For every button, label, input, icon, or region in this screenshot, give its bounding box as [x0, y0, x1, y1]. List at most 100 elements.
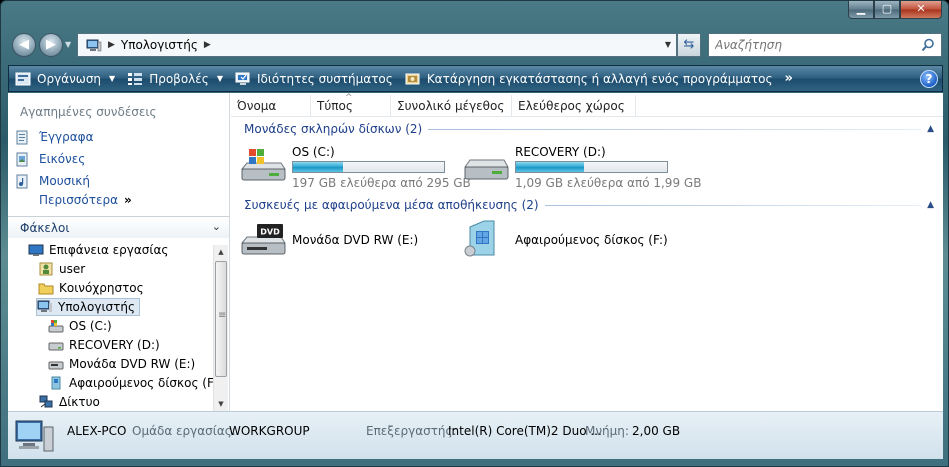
help-button[interactable]: ? — [920, 69, 938, 88]
computer-icon — [37, 300, 52, 312]
column-free-space[interactable]: Ελεύθερος χώρος — [512, 95, 636, 117]
system-properties-button[interactable]: Ιδιότητες συστήματος — [229, 66, 399, 91]
content-area: Αγαπημένες συνδέσεις Έγγραφα Εικόνες Μου… — [8, 87, 943, 411]
tree-item-label: OS (C:) — [69, 319, 112, 333]
memory-value: 2,00 GB — [632, 424, 681, 438]
tree-item-recovery-drive[interactable]: RECOVERY (D:) — [48, 336, 160, 354]
explorer-window: ▁ ▢ ✕ ◀ ▶ ▼ ▶ Υπολογιστής ▶ ▼ ⇆ Οργάνωση — [0, 0, 949, 467]
group-header-hard-disks[interactable]: Μονάδες σκληρών δίσκων (2) ▲ — [244, 121, 934, 137]
drive-name: OS (C:) — [292, 145, 335, 159]
tree-item-os-drive[interactable]: OS (C:) — [48, 317, 112, 335]
close-button[interactable]: ✕ — [900, 1, 942, 19]
drive-name: RECOVERY (D:) — [515, 145, 606, 159]
tree-item-label: user — [59, 262, 86, 276]
double-chevron-icon: » — [123, 193, 132, 207]
collapse-icon[interactable]: ▲ — [927, 124, 934, 134]
drive-item-c[interactable]: OS (C:) 197 GB ελεύθερα από 295 GB — [239, 143, 471, 190]
search-input[interactable] — [715, 38, 920, 52]
views-label: Προβολές — [149, 71, 209, 86]
group-header-removable[interactable]: Συσκευές με αφαιρούμενα μέσα αποθήκευσης… — [244, 197, 934, 213]
tree-item-label: Αφαιρούμενος δίσκος (F:) — [69, 376, 214, 390]
address-dropdown-icon[interactable]: ▼ — [660, 34, 676, 56]
more-favorites-link[interactable]: Περισσότερα » — [39, 193, 132, 207]
tree-item-desktop[interactable]: Επιφάνεια εργασίας — [28, 241, 168, 259]
drive-item-e[interactable]: DVD Μονάδα DVD RW (E:) — [239, 217, 449, 263]
tree-item-user[interactable]: user — [38, 260, 85, 278]
tree-item-label: Επιφάνεια εργασίας — [49, 243, 169, 257]
views-menu-button[interactable]: Προβολές ▼ — [121, 66, 229, 91]
system-properties-label: Ιδιότητες συστήματος — [256, 71, 393, 86]
tree-item-computer[interactable]: Υπολογιστής — [36, 298, 140, 316]
breadcrumb-computer[interactable]: Υπολογιστής — [121, 38, 198, 52]
computer-icon — [86, 39, 102, 52]
favorite-link-label: Εικόνες — [39, 152, 86, 166]
drive-usage-fill — [516, 162, 584, 172]
tree-item-label: Μονάδα DVD RW (E:) — [69, 357, 196, 371]
drive-item-d[interactable]: RECOVERY (D:) 1,09 GB ελεύθερα από 1,99 … — [462, 143, 701, 190]
hard-drive-icon — [48, 342, 64, 351]
organize-icon — [15, 72, 31, 86]
chevron-down-icon: ▼ — [216, 74, 223, 83]
address-bar[interactable]: ▶ Υπολογιστής ▶ ▼ — [77, 33, 677, 57]
folders-header[interactable]: Φάκελοι ⌄ — [8, 216, 229, 238]
group-divider — [544, 204, 922, 206]
favorite-link-pictures[interactable]: Εικόνες — [16, 150, 85, 168]
chevron-down-icon[interactable]: ⌄ — [212, 220, 221, 233]
favorite-link-label: Έγγραφα — [39, 130, 94, 144]
maximize-button[interactable]: ▢ — [874, 1, 900, 19]
scroll-down-icon[interactable]: ▼ — [214, 397, 228, 411]
breadcrumb-separator-icon[interactable]: ▶ — [204, 40, 211, 50]
computer-name: ALEX-PCO — [67, 424, 127, 438]
file-list-pane: Όνομα Τύπος Συνολικό μέγεθος Ελεύθερος χ… — [231, 87, 943, 411]
tree-item-label: RECOVERY (D:) — [69, 338, 160, 352]
breadcrumb-separator-icon[interactable]: ▶ — [108, 40, 115, 50]
column-total-size[interactable]: Συνολικό μέγεθος — [391, 95, 512, 117]
collapse-icon[interactable]: ▲ — [927, 200, 934, 210]
favorite-link-music[interactable]: Μουσική — [16, 172, 90, 190]
navigation-pane: Αγαπημένες συνδέσεις Έγγραφα Εικόνες Μου… — [8, 93, 230, 411]
search-icon[interactable] — [921, 38, 935, 52]
dvd-drive-icon: DVD — [240, 224, 286, 255]
workgroup-label: Ομάδα εργασίας: — [132, 424, 236, 438]
workgroup-value: WORKGROUP — [229, 424, 310, 438]
tree-item-public[interactable]: Κοινόχρηστος — [38, 279, 144, 297]
tree-item-dvd-drive[interactable]: Μονάδα DVD RW (E:) — [48, 355, 195, 373]
search-box[interactable] — [708, 33, 942, 57]
folders-title: Φάκελοι — [20, 220, 70, 235]
scroll-up-icon[interactable]: ▲ — [214, 245, 228, 259]
caption-buttons: ▁ ▢ ✕ — [848, 1, 942, 19]
desktop-icon — [28, 244, 44, 256]
forward-button[interactable]: ▶ — [39, 33, 63, 57]
organize-label: Οργάνωση — [37, 71, 102, 86]
drive-usage-bar — [292, 161, 445, 173]
minimize-button[interactable]: ▁ — [848, 1, 874, 19]
more-commands-button[interactable]: » — [779, 66, 799, 91]
refresh-button[interactable]: ⇆ — [677, 33, 701, 57]
organize-menu-button[interactable]: Οργάνωση ▼ — [9, 66, 121, 91]
scrollbar-thumb[interactable] — [215, 261, 227, 377]
computer-icon — [15, 420, 54, 452]
more-favorites-label: Περισσότερα — [39, 193, 118, 207]
column-headers: Όνομα Τύπος Συνολικό μέγεθος Ελεύθερος χ… — [231, 87, 943, 117]
uninstall-program-button[interactable]: Κατάργηση εγκατάστασης ή αλλαγή ενός προ… — [399, 66, 779, 91]
column-type[interactable]: Τύπος — [311, 87, 391, 117]
tree-scrollbar[interactable]: ▲ ▼ — [213, 245, 228, 411]
drive-name: Μονάδα DVD RW (E:) — [292, 233, 419, 247]
tree-item-network[interactable]: Δίκτυο — [38, 393, 100, 411]
folder-tree: Επιφάνεια εργασίας user Κοινόχρηστος Υπο… — [8, 239, 214, 411]
tree-item-removable-disk[interactable]: Αφαιρούμενος δίσκος (F:) — [48, 374, 214, 392]
column-name[interactable]: Όνομα — [231, 95, 311, 117]
recent-pages-dropdown-icon[interactable]: ▼ — [65, 40, 71, 49]
back-button[interactable]: ◀ — [12, 33, 36, 57]
processor-value: Intel(R) Core(TM)2 Duo ... — [448, 424, 602, 438]
drive-item-f[interactable]: Αφαιρούμενος δίσκος (F:) — [462, 217, 692, 263]
chevron-down-icon: ▼ — [109, 74, 116, 83]
programs-icon — [405, 72, 421, 86]
group-label: Συσκευές με αφαιρούμενα μέσα αποθήκευσης… — [244, 198, 539, 212]
tree-item-label: Υπολογιστής — [58, 300, 135, 314]
group-label: Μονάδες σκληρών δίσκων (2) — [244, 122, 423, 136]
favorite-link-documents[interactable]: Έγγραφα — [16, 128, 94, 146]
drive-usage-bar — [515, 161, 668, 173]
removable-disk-icon — [51, 376, 61, 390]
drive-free-space: 197 GB ελεύθερα από 295 GB — [292, 176, 471, 190]
